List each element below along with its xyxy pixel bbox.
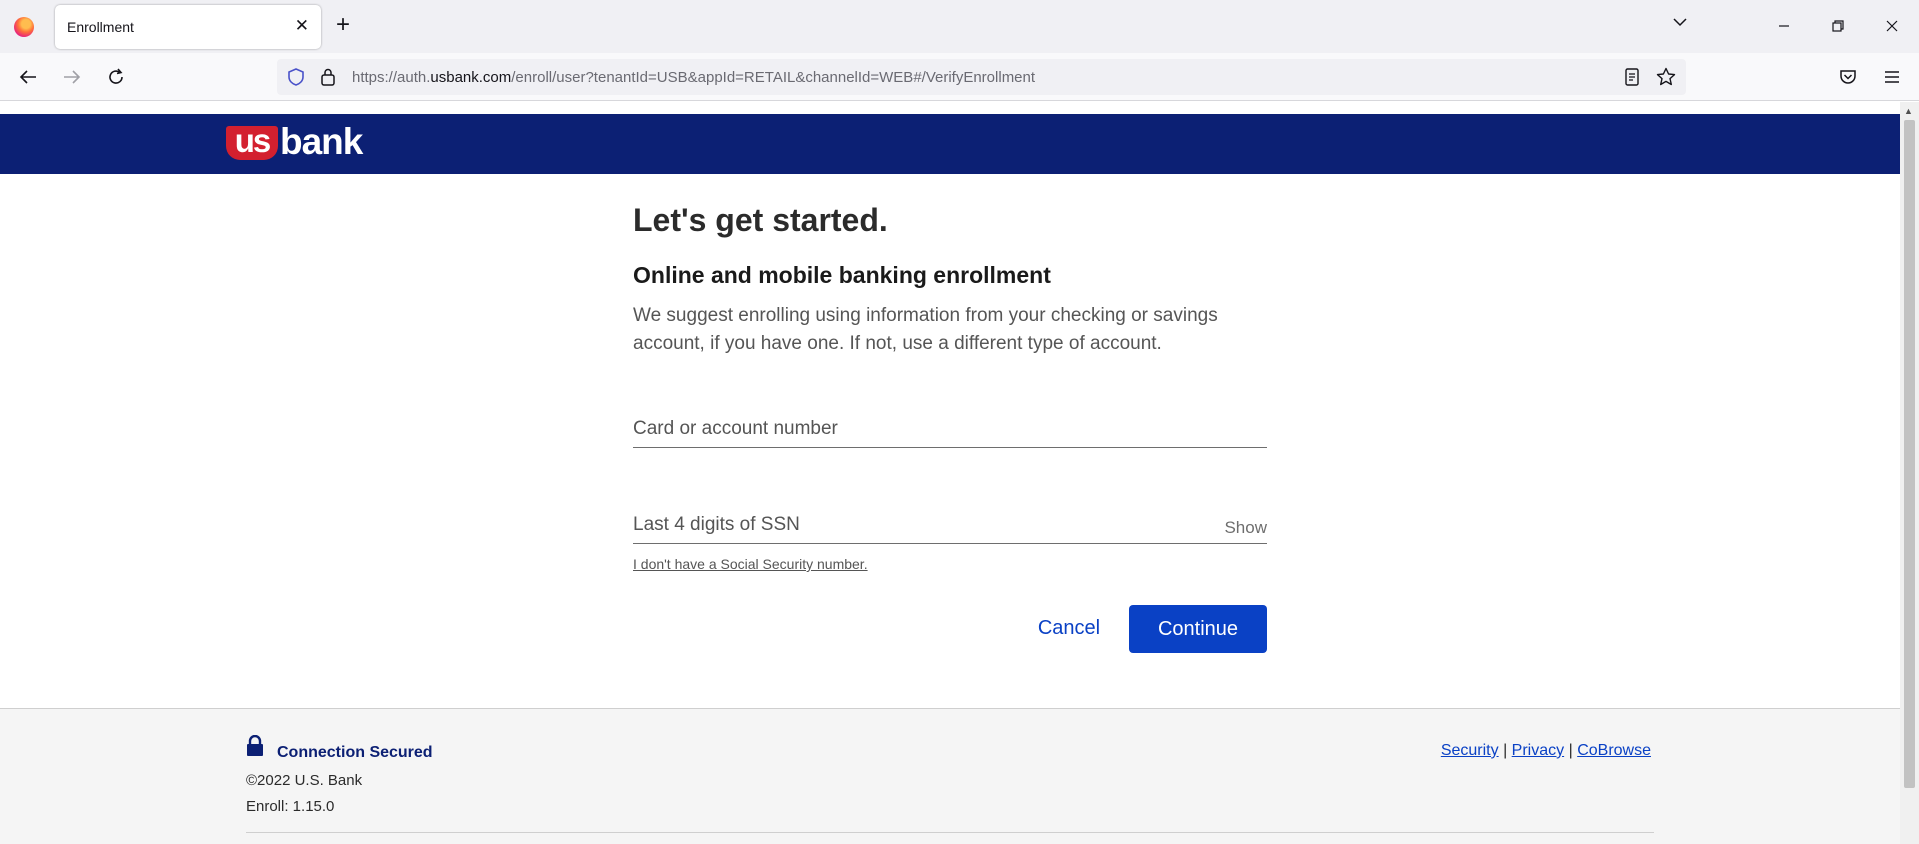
url-text[interactable]: https://auth.usbank.com/enroll/user?tena…: [352, 69, 1035, 86]
footer-links: Security | Privacy | CoBrowse: [1441, 742, 1651, 760]
url-domain: usbank.com: [430, 69, 512, 86]
padlock-icon[interactable]: [320, 67, 336, 87]
restore-window-icon[interactable]: [1826, 14, 1850, 38]
no-ssn-link[interactable]: I don't have a Social Security number.: [633, 556, 868, 572]
new-tab-icon[interactable]: +: [336, 12, 350, 38]
copyright-text: ©2022 U.S. Bank: [246, 772, 363, 789]
cancel-button[interactable]: Cancel: [1019, 605, 1119, 651]
site-header: us bank: [0, 114, 1900, 174]
security-link[interactable]: Security: [1441, 742, 1499, 759]
close-window-icon[interactable]: [1880, 14, 1904, 38]
card-number-input[interactable]: [633, 414, 1267, 444]
address-bar[interactable]: https://auth.usbank.com/enroll/user?tena…: [277, 59, 1686, 95]
continue-button[interactable]: Continue: [1129, 605, 1267, 653]
tab-close-icon[interactable]: ✕: [295, 16, 309, 36]
ssn-field[interactable]: Show: [633, 506, 1267, 544]
browser-tab-enrollment[interactable]: Enrollment ✕: [55, 5, 321, 49]
url-prefix: https://auth.: [352, 69, 431, 86]
footer-divider: [246, 832, 1654, 833]
logo-us-shield: us: [226, 124, 278, 160]
minimize-window-icon[interactable]: [1772, 14, 1796, 38]
link-separator: |: [1568, 742, 1573, 759]
reader-view-icon[interactable]: [1623, 67, 1641, 87]
tracking-protection-shield-icon[interactable]: [287, 67, 305, 87]
page-scrollbar[interactable]: ▲: [1900, 102, 1919, 844]
connection-secured-label: Connection Secured: [277, 744, 433, 761]
link-separator: |: [1503, 742, 1508, 759]
site-footer: Connection Secured ©2022 U.S. Bank Enrol…: [0, 708, 1900, 844]
page-viewport: us bank Let's get started. Online and mo…: [0, 102, 1900, 844]
intro-text: We suggest enrolling using information f…: [633, 305, 1218, 354]
browser-nav-bar: https://auth.usbank.com/enroll/user?tena…: [0, 53, 1919, 101]
hamburger-menu-icon[interactable]: [1880, 65, 1904, 89]
list-all-tabs-icon[interactable]: [1672, 14, 1688, 30]
firefox-logo-icon: [14, 17, 34, 37]
tab-title: Enrollment: [67, 19, 134, 35]
version-text: Enroll: 1.15.0: [246, 798, 335, 815]
scrollbar-thumb[interactable]: [1904, 120, 1915, 788]
cobrowse-link[interactable]: CoBrowse: [1577, 742, 1651, 759]
logo-bank-text: bank: [280, 121, 363, 162]
back-arrow-icon[interactable]: [16, 65, 40, 89]
privacy-link[interactable]: Privacy: [1512, 742, 1564, 759]
url-path: /enroll/user?tenantId=USB&appId=RETAIL&c…: [511, 69, 1036, 86]
pocket-icon[interactable]: [1836, 65, 1860, 89]
scroll-up-arrow-icon[interactable]: ▲: [1904, 106, 1913, 116]
section-subtitle: Online and mobile banking enrollment: [633, 262, 1051, 288]
ssn-input[interactable]: [633, 510, 1267, 540]
forward-arrow-icon[interactable]: [60, 65, 84, 89]
browser-tab-bar: Enrollment ✕ +: [0, 0, 1919, 53]
card-number-field[interactable]: [633, 410, 1267, 448]
show-ssn-toggle[interactable]: Show: [1224, 518, 1267, 538]
page-title: Let's get started.: [633, 202, 888, 238]
bookmark-star-icon[interactable]: [1655, 66, 1677, 88]
lock-icon: [247, 735, 263, 756]
reload-icon[interactable]: [104, 65, 128, 89]
